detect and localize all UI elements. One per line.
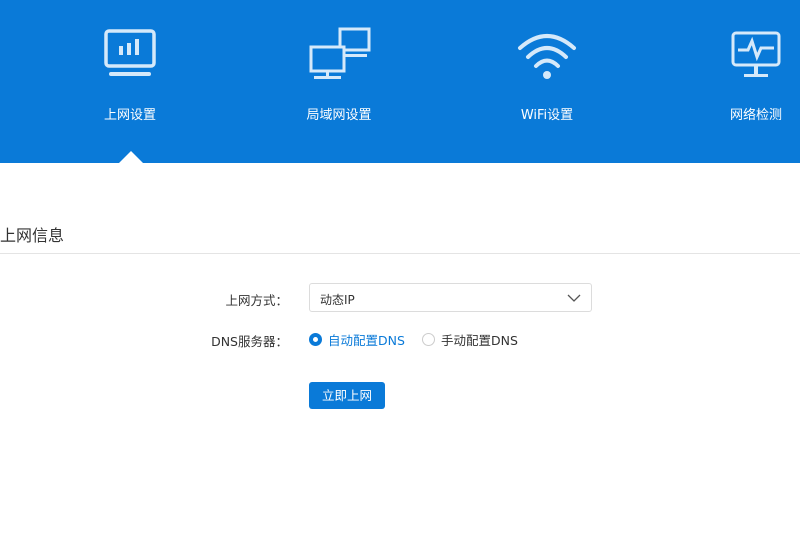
- connection-type-select[interactable]: 动态IP: [309, 283, 592, 312]
- nav-label: 上网设置: [103, 108, 156, 123]
- active-tab-indicator: [119, 151, 143, 163]
- radio-unchecked-icon: [422, 333, 435, 346]
- monitor-pulse-icon: [731, 31, 781, 77]
- lan-monitors-icon: [309, 27, 371, 79]
- top-nav-bar: 上网设置 局域网设置 WiFi设置 网络检测: [0, 0, 800, 163]
- nav-label: WiFi设置: [520, 108, 574, 123]
- connection-type-label: 上网方式：: [225, 293, 288, 308]
- dns-auto-radio[interactable]: 自动配置DNS: [309, 330, 405, 349]
- connect-now-button[interactable]: 立即上网: [309, 382, 385, 409]
- divider: [0, 253, 800, 254]
- dns-manual-radio[interactable]: 手动配置DNS: [422, 330, 518, 349]
- section-title: 上网信息: [0, 226, 65, 245]
- monitor-chart-icon: [104, 29, 156, 76]
- wifi-icon: [518, 34, 576, 79]
- dns-server-label: DNS服务器：: [211, 334, 288, 349]
- dns-manual-label: 手动配置DNS: [441, 333, 518, 348]
- nav-label: 网络检测: [729, 108, 782, 123]
- connection-type-value: 动态IP: [320, 293, 355, 307]
- dns-auto-label: 自动配置DNS: [328, 333, 405, 348]
- chevron-down-icon: [567, 294, 581, 302]
- nav-label: 局域网设置: [306, 108, 372, 123]
- radio-checked-icon: [309, 333, 322, 346]
